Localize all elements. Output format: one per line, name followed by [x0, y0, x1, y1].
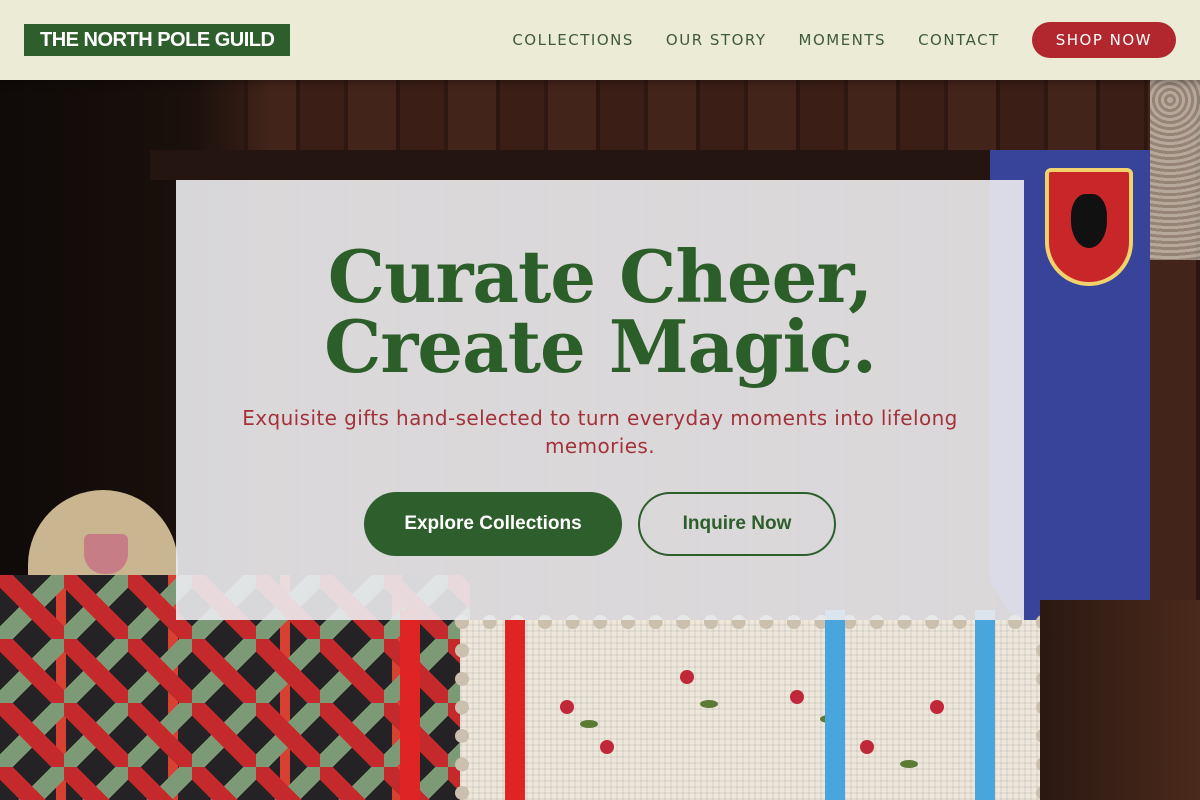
flower-icon	[790, 690, 804, 704]
nav-link-contact[interactable]: CONTACT	[918, 31, 1000, 49]
eagle-shield-icon	[1045, 168, 1133, 286]
blue-strap	[825, 610, 845, 800]
lace-doily	[1150, 80, 1200, 260]
main-menu: COLLECTIONS OUR STORY MOMENTS CONTACT SH…	[512, 22, 1176, 58]
brand-logo[interactable]: THE NORTH POLE GUILD	[24, 24, 291, 56]
flower-icon	[680, 670, 694, 684]
leaf-icon	[580, 720, 598, 728]
hero-subtitle: Exquisite gifts hand-selected to turn ev…	[242, 406, 958, 458]
rug-right	[1040, 600, 1200, 800]
flower-icon	[860, 740, 874, 754]
cloth-lace-border	[455, 615, 1050, 800]
top-nav: THE NORTH POLE GUILD COLLECTIONS OUR STO…	[0, 0, 1200, 80]
red-strap	[400, 610, 420, 800]
hero-title-line2: Create Magic.	[324, 304, 877, 389]
flower-icon	[560, 700, 574, 714]
flower-icon	[600, 740, 614, 754]
leaf-icon	[900, 760, 918, 768]
leaf-icon	[700, 700, 718, 708]
nav-link-collections[interactable]: COLLECTIONS	[512, 31, 634, 49]
inquire-now-button[interactable]: Inquire Now	[638, 492, 836, 556]
red-strap	[505, 620, 525, 800]
nav-link-moments[interactable]: MOMENTS	[799, 31, 887, 49]
hero-card: Curate Cheer, Create Magic. Exquisite gi…	[176, 180, 1024, 620]
explore-collections-button[interactable]: Explore Collections	[364, 492, 622, 556]
hero-title: Curate Cheer, Create Magic.	[176, 241, 1024, 383]
nav-link-our-story[interactable]: OUR STORY	[666, 31, 767, 49]
flower-icon	[930, 700, 944, 714]
shop-now-button[interactable]: SHOP NOW	[1031, 22, 1176, 58]
blue-strap	[975, 610, 995, 800]
